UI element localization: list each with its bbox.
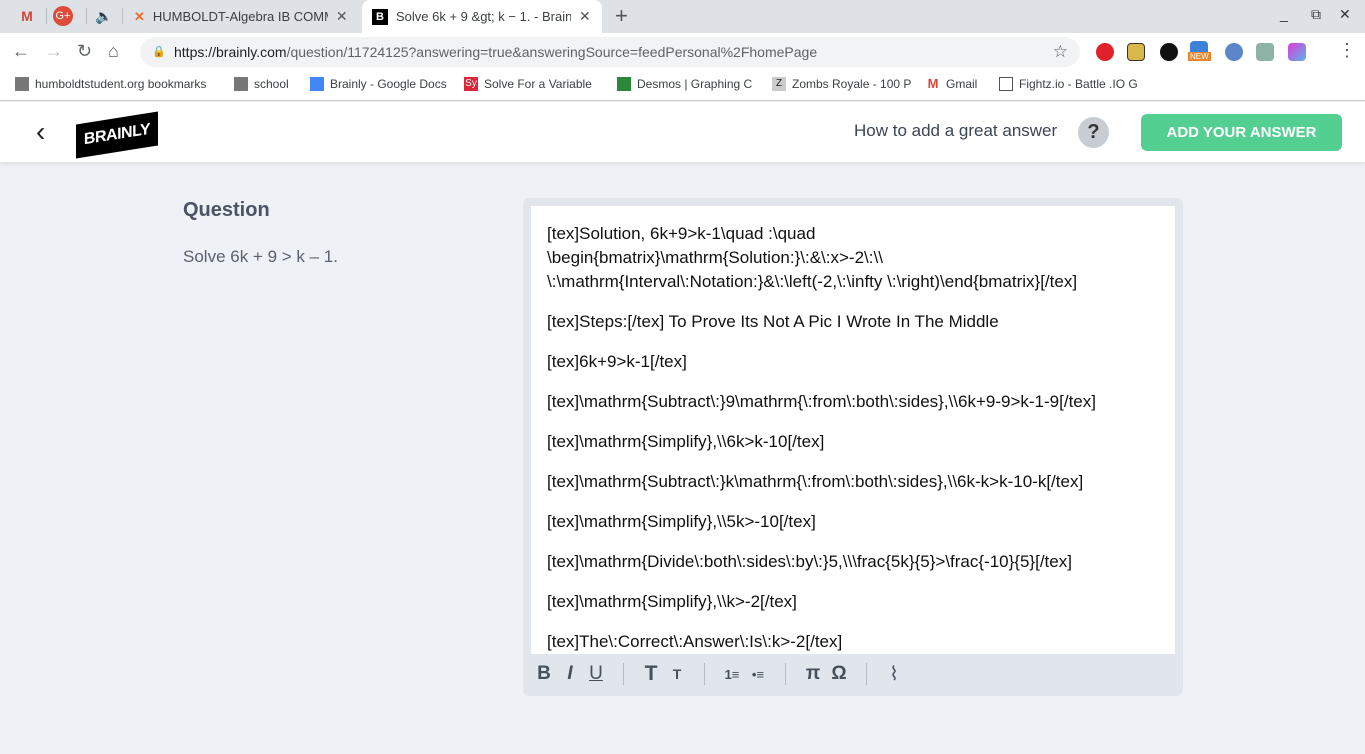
add-your-answer-button[interactable]: ADD YOUR ANSWER xyxy=(1141,114,1342,151)
omega-symbol-button[interactable]: Ω xyxy=(826,663,852,685)
brainly-header: ‹ BRAINLY How to add a great answer ? AD… xyxy=(0,102,1365,162)
underline-button[interactable]: U xyxy=(583,663,609,685)
new-extension-icon[interactable]: NEW xyxy=(1188,41,1211,61)
n-extension-icon[interactable] xyxy=(1127,43,1145,61)
restore-button[interactable]: ⧉ xyxy=(1311,6,1321,23)
heading-small-button[interactable]: T xyxy=(664,666,690,682)
bookmark-item[interactable]: Fightz.io - Battle .IO G xyxy=(999,77,1138,91)
audio-pinned-tab[interactable]: 🔈 xyxy=(92,6,116,26)
answer-panel: [tex]Solution, 6k+9>k-1\quad :\quad \begi… xyxy=(523,198,1183,696)
home-icon[interactable]: ⌂ xyxy=(108,41,119,62)
answer-paragraph: [tex]\mathrm{Simplify},\\5k>-10[/tex] xyxy=(547,512,816,531)
how-to-link[interactable]: How to add a great answer xyxy=(854,121,1057,141)
answer-paragraph: [tex]\mathrm{Simplify},\\6k>k-10[/tex] xyxy=(547,432,825,451)
gmail-pinned-tab[interactable]: M xyxy=(15,6,39,26)
address-bar-row: ← → ↻ ⌂ 🔒 https://brainly.com/question/1… xyxy=(0,33,1365,71)
bookmark-item[interactable]: Desmos | Graphing C xyxy=(617,77,752,91)
url-input[interactable]: 🔒 https://brainly.com/question/11724125?… xyxy=(140,37,1080,67)
ordered-list-button[interactable]: 1≡ xyxy=(719,667,745,682)
tab-brainly[interactable]: B Solve 6k + 9 &gt; k − 1. - Brainly.com… xyxy=(362,0,602,33)
bookmark-item[interactable]: M Gmail xyxy=(926,76,978,92)
record-extension-icon[interactable] xyxy=(1160,43,1178,61)
sy-icon: Sy xyxy=(464,77,478,91)
bookmark-item[interactable]: school xyxy=(234,77,289,91)
answer-paragraph: [tex]6k+9>k-1[/tex] xyxy=(547,352,687,371)
bookmark-item[interactable]: humboldtstudent.org bookmarks xyxy=(15,77,206,91)
answer-paragraph: [tex]\mathrm{Subtract\:}9\mathrm{\:from\… xyxy=(547,392,1096,411)
answer-paragraph: [tex]\mathrm{Simplify},\\k>-2[/tex] xyxy=(547,592,797,611)
pixel-extension-icon[interactable] xyxy=(1288,43,1306,61)
reload-icon[interactable]: ↻ xyxy=(77,41,92,62)
opera-extension-icon[interactable] xyxy=(1096,43,1114,61)
desmos-icon xyxy=(617,77,631,91)
gmail-icon: M xyxy=(927,76,939,91)
bullet-list-button[interactable]: •≡ xyxy=(745,667,771,682)
attach-icon[interactable]: ⌇ xyxy=(881,663,907,686)
minimize-button[interactable]: _ xyxy=(1280,6,1288,22)
forward-arrow-icon[interactable]: → xyxy=(45,41,63,62)
bold-button[interactable]: B xyxy=(531,663,557,685)
pi-symbol-button[interactable]: π xyxy=(800,663,826,685)
bookmark-item[interactable]: Z Zombs Royale - 100 P xyxy=(772,77,911,91)
google-plus-pinned-tab[interactable]: G+ xyxy=(53,6,73,26)
answer-paragraph: \begin{bmatrix}\mathrm{Solution:}\:&\:x>… xyxy=(547,248,883,267)
back-chevron-icon[interactable]: ‹ xyxy=(36,116,45,148)
humboldt-favicon-icon: ✕ xyxy=(134,8,145,24)
close-window-button[interactable]: ✕ xyxy=(1339,6,1351,23)
bookmark-item[interactable]: Brainly - Google Docs xyxy=(310,77,447,91)
bookmark-star-icon[interactable]: ☆ xyxy=(1053,37,1068,67)
google-docs-icon xyxy=(310,77,324,91)
page-icon xyxy=(999,77,1013,91)
brainly-logo[interactable]: BRAINLY xyxy=(76,111,158,159)
answer-paragraph: [tex]\mathrm{Divide\:both\:sides\:by\:}5… xyxy=(547,552,1072,571)
italic-button[interactable]: I xyxy=(557,663,583,685)
bookmarks-bar: humboldtstudent.org bookmarks school Bra… xyxy=(0,71,1365,101)
help-icon[interactable]: ? xyxy=(1078,117,1109,148)
answer-paragraph: \:\mathrm{Interval\:Notation:}&\:\left(-… xyxy=(547,272,1078,291)
editor-toolbar: B I U T T 1≡ •≡ π Ω ⌇ xyxy=(531,656,907,692)
grid-extension-icon[interactable] xyxy=(1256,43,1274,61)
answer-paragraph: [tex]Solution, 6k+9>k-1\quad :\quad \begi… xyxy=(547,222,1159,294)
folder-icon xyxy=(234,77,248,91)
answer-paragraph: [tex]Solution, 6k+9>k-1\quad :\quad xyxy=(547,224,816,243)
lock-icon: 🔒 xyxy=(152,46,166,58)
bookmark-item[interactable]: Sy Solve For a Variable xyxy=(464,77,592,91)
close-tab-icon[interactable]: ✕ xyxy=(336,8,348,25)
folder-icon xyxy=(15,77,29,91)
answer-paragraph: [tex]\mathrm{Subtract\:}k\mathrm{\:from\… xyxy=(547,472,1084,491)
question-heading: Question xyxy=(183,199,270,221)
heading-large-button[interactable]: T xyxy=(638,662,664,686)
tab-humboldt[interactable]: ✕ HUMBOLDT-Algebra IB COMMON ✕ xyxy=(124,0,358,33)
new-tab-button[interactable]: + xyxy=(615,3,628,29)
back-arrow-icon[interactable]: ← xyxy=(12,41,30,62)
brainly-favicon-icon: B xyxy=(372,8,388,25)
question-text: Solve 6k + 9 > k – 1. xyxy=(183,247,338,266)
answer-paragraph: [tex]The\:Correct\:Answer\:Is\:k>-2[/tex… xyxy=(547,632,843,651)
answer-paragraph: [tex]Steps:[/tex] To Prove Its Not A Pic… xyxy=(547,312,999,331)
answer-editor[interactable]: [tex]Solution, 6k+9>k-1\quad :\quad \begi… xyxy=(531,206,1175,654)
globe-extension-icon[interactable] xyxy=(1225,43,1243,61)
browser-tab-bar: M G+ 🔈 ✕ HUMBOLDT-Algebra IB COMMON ✕ B … xyxy=(0,0,1365,33)
zombs-icon: Z xyxy=(772,77,786,91)
close-tab-icon[interactable]: ✕ xyxy=(579,8,591,25)
chrome-menu-icon[interactable]: ⋮ xyxy=(1338,40,1356,61)
